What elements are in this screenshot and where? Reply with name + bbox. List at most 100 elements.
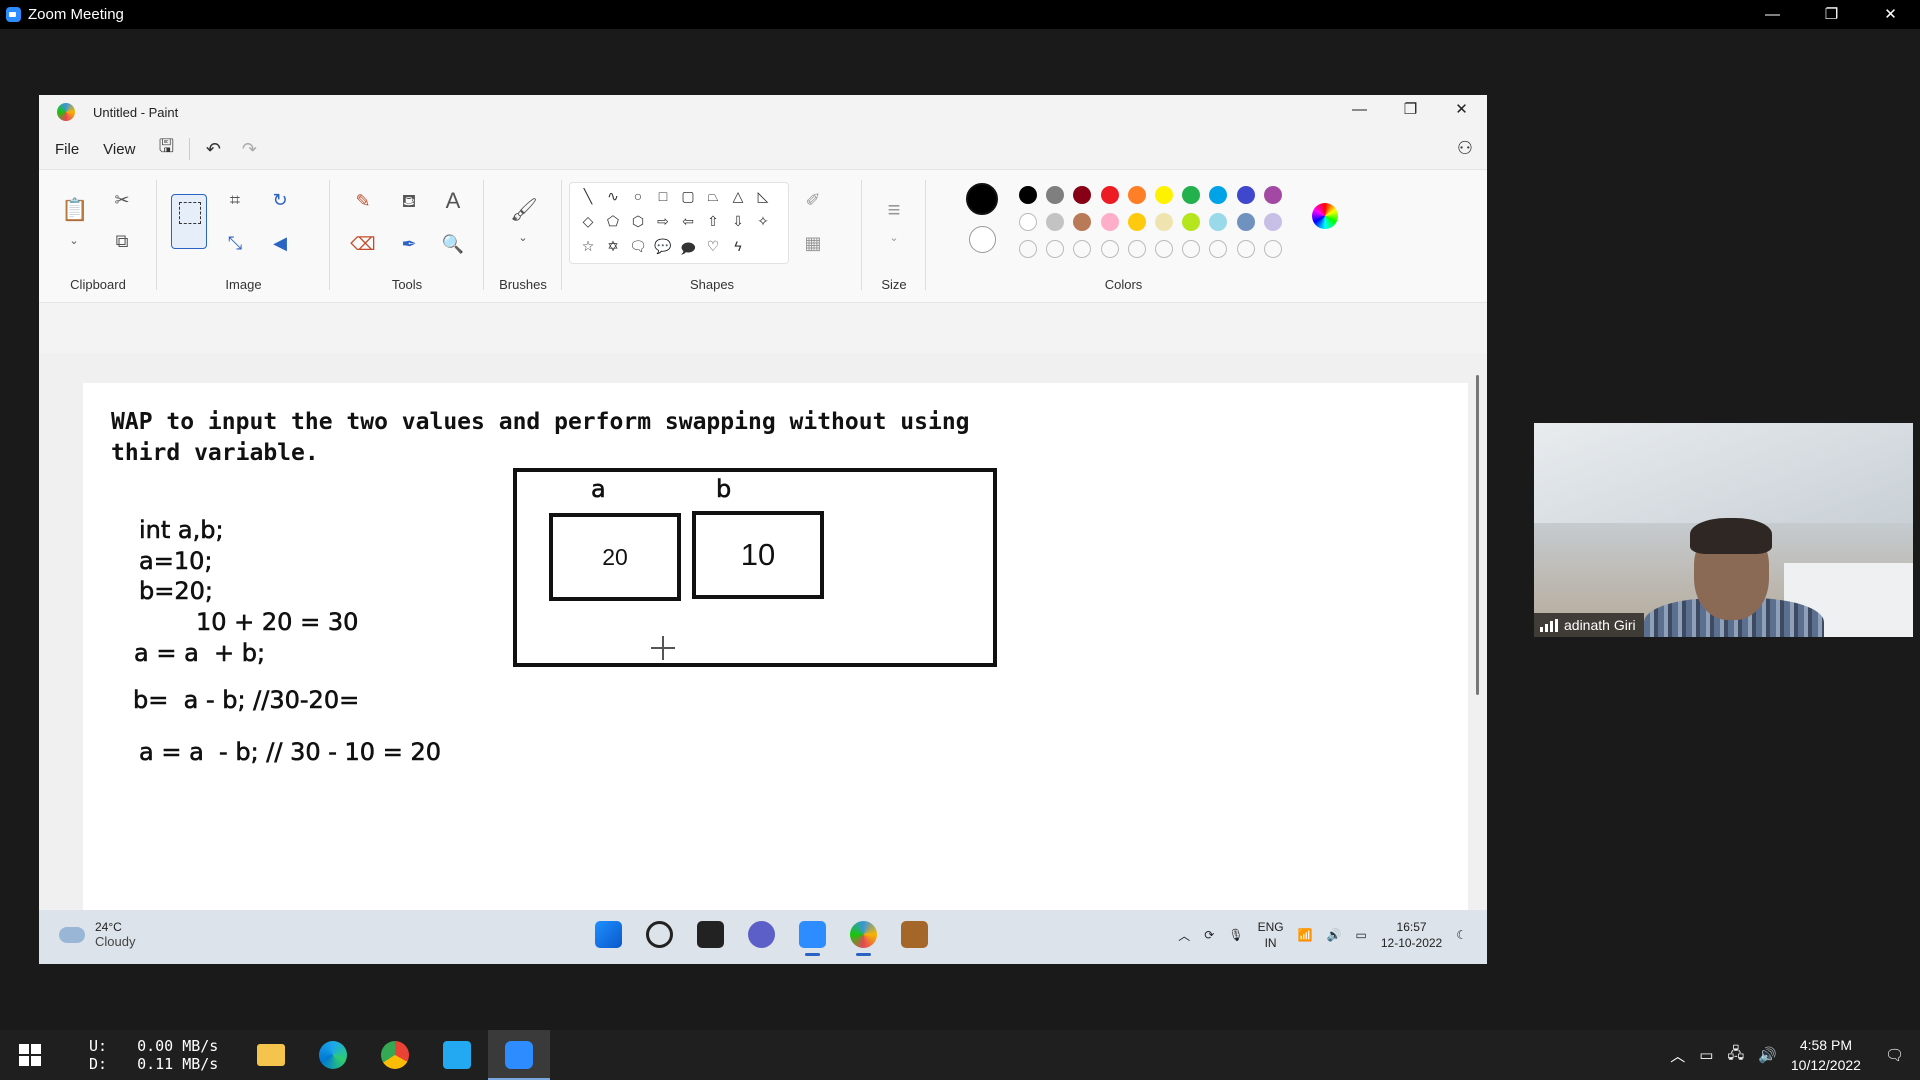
palette-color-swatch[interactable] (1100, 213, 1119, 231)
resize-icon[interactable]: ⤡ (222, 230, 248, 256)
focus-assist-icon[interactable]: ☾ (1456, 928, 1467, 942)
palette-color-swatch[interactable] (1073, 186, 1092, 204)
edit-colors-icon[interactable] (1312, 203, 1338, 229)
five-point-star-shape-icon[interactable]: ☆ (578, 238, 598, 255)
palette-color-swatch[interactable] (1263, 186, 1282, 204)
six-point-star-shape-icon[interactable]: ✡ (603, 238, 623, 255)
custom-color-slot[interactable] (1100, 240, 1119, 258)
diamond-shape-icon[interactable]: ◇ (578, 213, 598, 230)
rectangle-shape-icon[interactable]: □ (653, 188, 673, 204)
palette-color-swatch[interactable] (1209, 186, 1228, 204)
color-picker-icon[interactable]: ✒ (396, 231, 422, 257)
save-icon[interactable]: 🖫 (153, 134, 179, 164)
windows-start-icon[interactable] (595, 921, 622, 948)
network-icon[interactable]: 🖧 (1727, 1043, 1744, 1068)
microphone-icon[interactable]: 🎙 (1228, 928, 1243, 942)
heart-shape-icon[interactable]: ♡ (703, 238, 723, 255)
menu-view[interactable]: View (95, 141, 143, 158)
chat-icon[interactable] (748, 921, 775, 948)
sync-icon[interactable]: ⟳ (1204, 928, 1214, 942)
custom-color-slot[interactable] (1209, 240, 1228, 258)
copy-icon[interactable]: ⧉ (109, 228, 135, 254)
zoom-restore-button[interactable]: ❐ (1802, 0, 1861, 29)
pencil-icon[interactable]: ✎ (350, 188, 376, 214)
palette-color-swatch[interactable] (1236, 186, 1255, 204)
palette-color-swatch[interactable] (1155, 186, 1173, 204)
rect-callout-shape-icon[interactable]: 🗨 (628, 238, 648, 255)
remote-clock[interactable]: 16:57 12-10-2022 (1381, 919, 1442, 951)
outline-icon[interactable]: ✐ (800, 187, 826, 213)
hexagon-shape-icon[interactable]: ⬡ (628, 213, 648, 230)
rounded-rectangle-shape-icon[interactable]: ▢ (678, 188, 698, 205)
language-indicator[interactable]: ENG IN (1258, 919, 1284, 951)
paint-close-button[interactable]: ✕ (1436, 95, 1487, 125)
file-explorer-button[interactable] (240, 1030, 302, 1080)
magnifier-icon[interactable]: 🔍 (440, 231, 466, 257)
custom-color-slot[interactable] (1073, 240, 1092, 258)
palette-color-swatch[interactable] (1019, 186, 1037, 204)
palette-color-swatch[interactable] (1046, 186, 1065, 204)
curve-shape-icon[interactable]: ∿ (603, 188, 623, 205)
right-triangle-shape-icon[interactable]: ◺ (753, 188, 773, 205)
custom-color-slot[interactable] (1182, 240, 1201, 258)
undo-icon[interactable]: ↶ (200, 139, 226, 160)
right-arrow-shape-icon[interactable]: ⇨ (653, 213, 673, 230)
size-dropdown-icon[interactable]: ⌄ (881, 225, 907, 251)
participant-video[interactable]: adinath Giri (1534, 423, 1913, 637)
zoom-minimize-button[interactable]: — (1743, 0, 1802, 29)
wifi-icon[interactable]: 📶 (1298, 928, 1313, 942)
palette-color-swatch[interactable] (1073, 213, 1092, 231)
vscode-button[interactable] (426, 1030, 488, 1080)
rotate-icon[interactable]: ↻ (267, 187, 293, 213)
custom-color-slot[interactable] (1155, 240, 1173, 258)
paste-dropdown-icon[interactable]: ⌄ (61, 228, 87, 254)
lightning-shape-icon[interactable]: ϟ (728, 238, 748, 254)
triangle-shape-icon[interactable]: △ (728, 188, 748, 205)
share-icon[interactable]: ⚇ (1457, 138, 1473, 159)
battery-icon[interactable]: ▭ (1356, 928, 1367, 942)
edge-button[interactable] (302, 1030, 364, 1080)
app-taskbar-icon[interactable] (901, 921, 928, 948)
palette-color-swatch[interactable] (1236, 213, 1255, 231)
fill-style-icon[interactable]: ▦ (800, 230, 826, 256)
zoom-close-button[interactable]: ✕ (1861, 0, 1920, 29)
palette-color-swatch[interactable] (1127, 213, 1146, 231)
drawing-canvas[interactable]: WAP to input the two values and perform … (83, 383, 1468, 928)
palette-color-swatch[interactable] (1209, 213, 1228, 231)
up-arrow-shape-icon[interactable]: ⇧ (703, 213, 723, 230)
custom-color-slot[interactable] (1019, 240, 1037, 258)
chrome-button[interactable] (364, 1030, 426, 1080)
palette-color-swatch[interactable] (1019, 213, 1037, 231)
menu-file[interactable]: File (47, 141, 87, 158)
zoom-host-button[interactable] (488, 1030, 550, 1080)
palette-color-swatch[interactable] (1155, 213, 1173, 231)
volume-icon[interactable]: 🔊 (1758, 1046, 1777, 1064)
cloud-callout-shape-icon[interactable]: 🗩 (678, 238, 698, 262)
palette-color-swatch[interactable] (1182, 186, 1201, 204)
brush-icon[interactable]: 🖌 (510, 197, 538, 223)
host-clock[interactable]: 4:58 PM 10/12/2022 (1791, 1035, 1861, 1075)
secondary-color-swatch[interactable] (969, 226, 996, 253)
eraser-icon[interactable]: ⌫ (350, 231, 376, 257)
flip-icon[interactable]: ◀ (267, 230, 293, 256)
palette-color-swatch[interactable] (1263, 213, 1282, 231)
polygon-shape-icon[interactable]: ⏢ (703, 188, 723, 205)
left-arrow-shape-icon[interactable]: ⇦ (678, 213, 698, 230)
oval-callout-shape-icon[interactable]: 💬 (653, 238, 673, 255)
down-arrow-shape-icon[interactable]: ⇩ (728, 213, 748, 230)
custom-color-slot[interactable] (1236, 240, 1255, 258)
zoom-taskbar-icon[interactable] (799, 921, 826, 956)
palette-color-swatch[interactable] (1100, 186, 1119, 204)
crop-icon[interactable]: ⌗ (222, 187, 248, 213)
palette-color-swatch[interactable] (1127, 186, 1146, 204)
task-view-icon[interactable] (697, 921, 724, 948)
weather-widget[interactable]: 24°C Cloudy (59, 920, 135, 949)
custom-color-slot[interactable] (1127, 240, 1146, 258)
battery-icon[interactable]: ▭ (1699, 1046, 1713, 1064)
chevron-up-icon[interactable]: ︿ (1178, 927, 1190, 944)
four-point-star-shape-icon[interactable]: ✧ (753, 213, 773, 230)
cut-icon[interactable]: ✂ (109, 187, 135, 213)
paste-icon[interactable]: 📋 (61, 197, 88, 223)
volume-icon[interactable]: 🔊 (1327, 928, 1342, 942)
primary-color-swatch[interactable] (966, 183, 998, 215)
